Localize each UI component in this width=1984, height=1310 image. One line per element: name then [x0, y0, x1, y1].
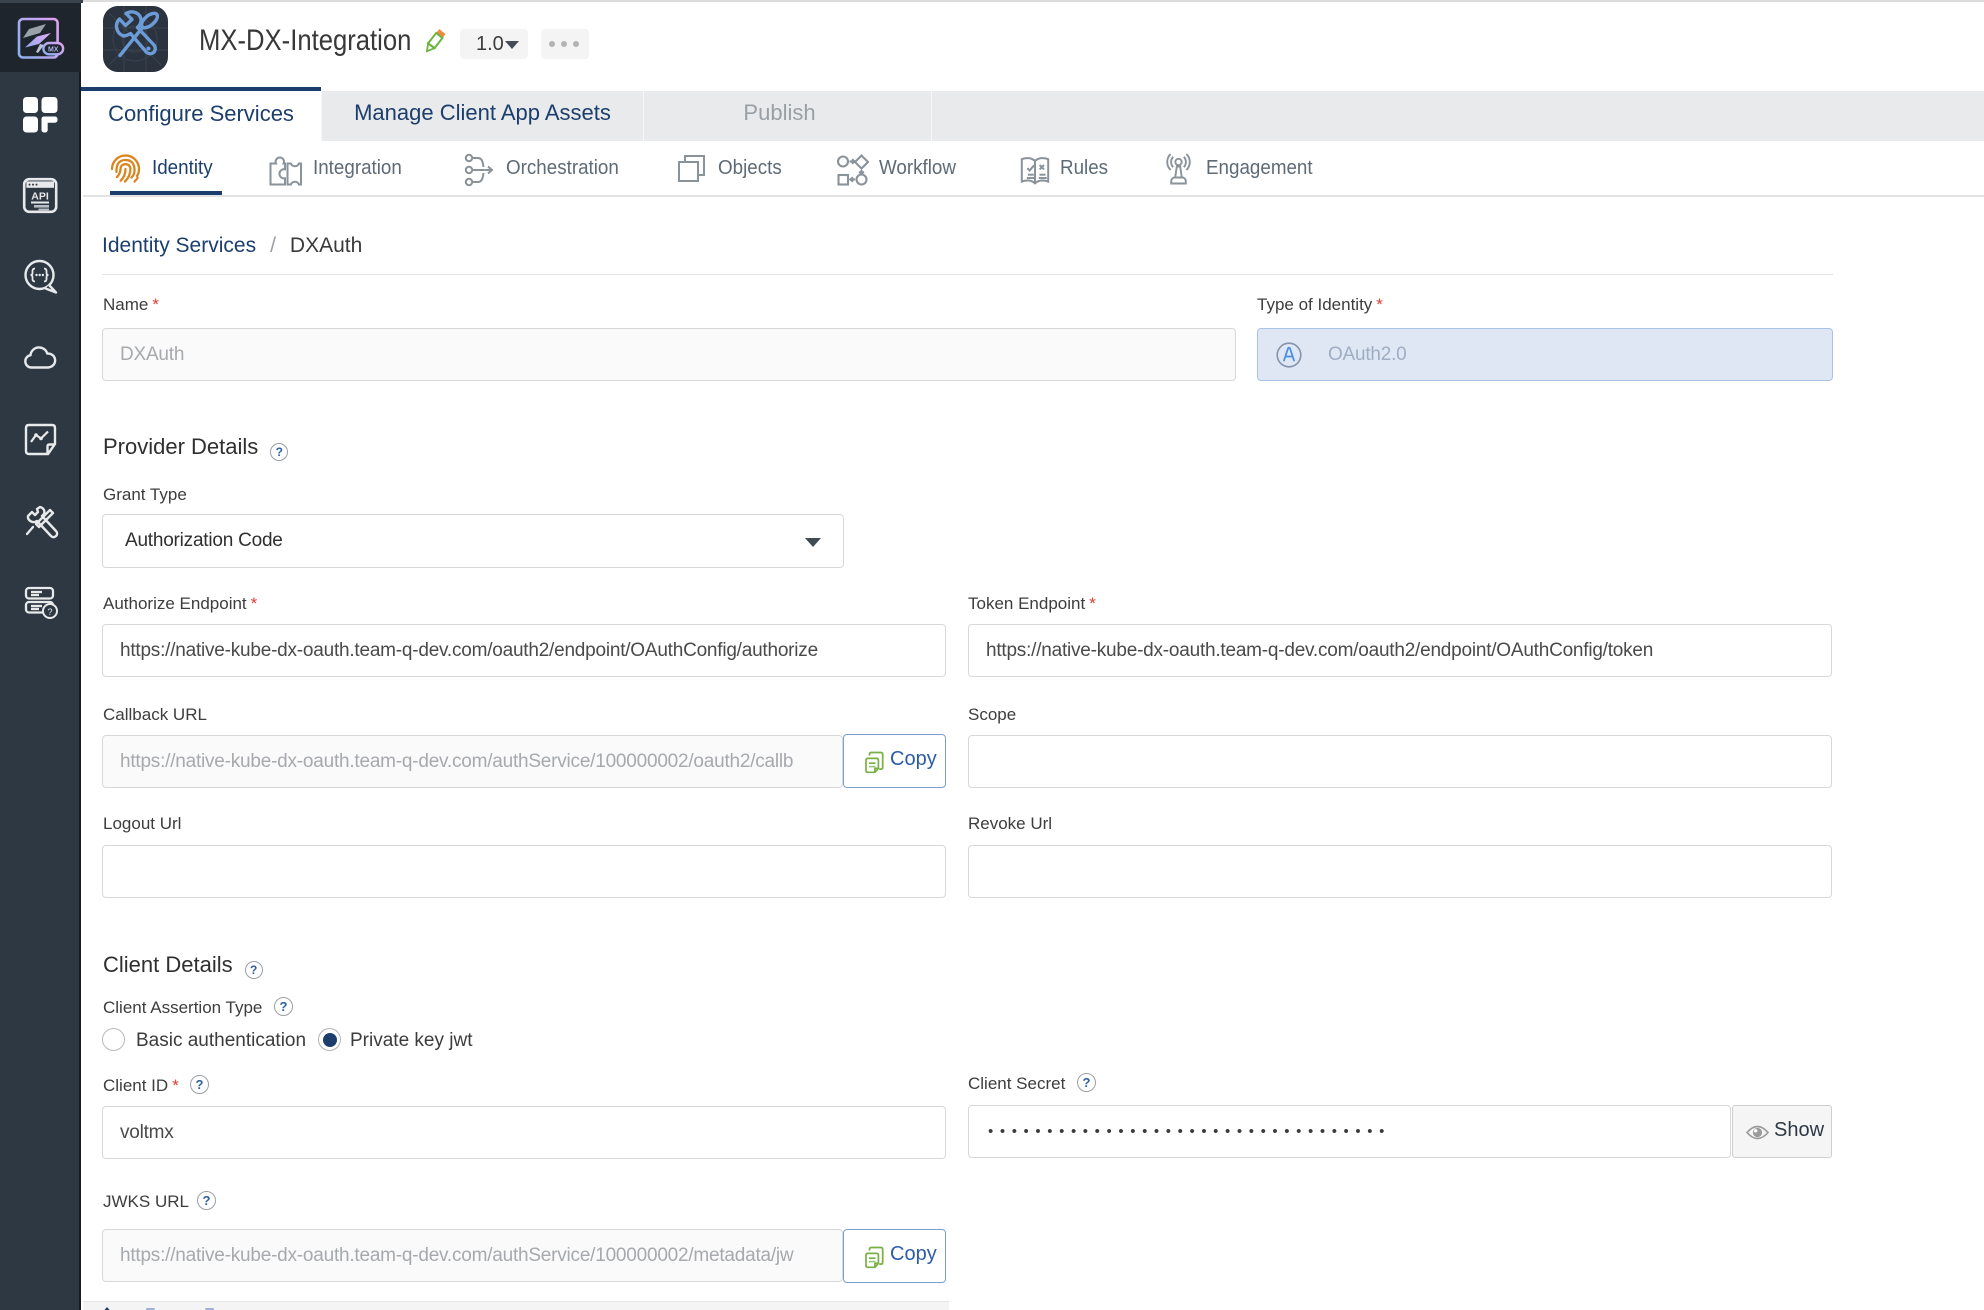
svg-text:API: API: [31, 191, 49, 203]
svg-text:MX: MX: [48, 47, 59, 54]
svg-text:?: ?: [47, 607, 52, 617]
